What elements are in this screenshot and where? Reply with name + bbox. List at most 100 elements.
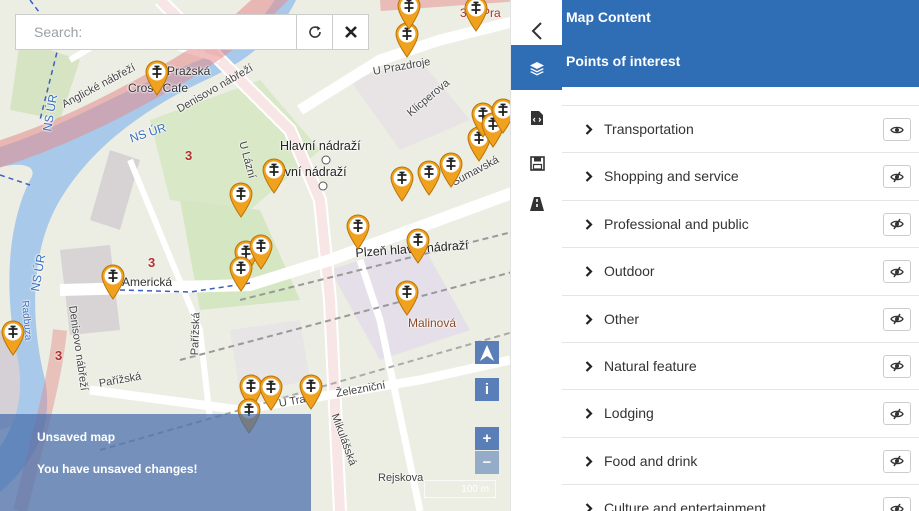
bus-stop-marker-icon bbox=[439, 152, 463, 188]
eye-slash-icon bbox=[890, 503, 904, 511]
bus-stop-marker-icon bbox=[397, 0, 421, 30]
category-row[interactable]: Natural feature bbox=[562, 341, 919, 390]
poi-marker[interactable] bbox=[490, 98, 510, 134]
category-label: Transportation bbox=[604, 121, 694, 137]
bus-stop-marker-icon bbox=[229, 182, 253, 218]
bus-stop-marker-icon bbox=[229, 256, 253, 292]
bus-stop-marker-icon bbox=[491, 98, 510, 134]
clear-search-button[interactable] bbox=[332, 14, 369, 50]
chevron-left-icon bbox=[531, 21, 542, 40]
chevron-right-icon bbox=[585, 390, 593, 437]
category-row[interactable]: Transportation bbox=[562, 105, 919, 152]
bus-stop-marker-icon bbox=[464, 0, 488, 32]
eye-slash-icon bbox=[890, 218, 904, 230]
toggle-visibility-button[interactable] bbox=[883, 165, 911, 189]
minus-icon: − bbox=[482, 454, 492, 471]
map-view[interactable]: Pražská Cross Cafe Anglické nábřeží Deni… bbox=[0, 0, 510, 511]
export-button[interactable] bbox=[511, 95, 563, 140]
eye-icon bbox=[890, 126, 904, 133]
category-label: Professional and public bbox=[604, 215, 749, 232]
poi-marker[interactable] bbox=[298, 374, 324, 410]
toggle-visibility-button[interactable] bbox=[883, 354, 911, 378]
route-planner-button[interactable] bbox=[511, 181, 563, 226]
map-label-parizska-vertical: Pařížská bbox=[189, 312, 203, 356]
eye-slash-icon bbox=[890, 408, 904, 420]
map-label-americka: Americká bbox=[122, 275, 173, 289]
save-map-button[interactable] bbox=[511, 141, 563, 186]
map-label-rejskova: Rejskova bbox=[378, 472, 424, 484]
poi-marker[interactable] bbox=[405, 228, 431, 264]
category-row[interactable]: Shopping and service bbox=[562, 152, 919, 199]
side-toolbar bbox=[510, 0, 563, 511]
map-label-hlavni-nadrazi-1: Hlavní nádraží bbox=[280, 139, 361, 153]
app: Pražská Cross Cafe Anglické nábřeží Deni… bbox=[0, 0, 919, 511]
zoom-in-button[interactable]: + bbox=[475, 427, 499, 450]
toggle-visibility-button[interactable] bbox=[883, 118, 911, 141]
eye-slash-icon bbox=[890, 266, 904, 278]
toggle-visibility-button[interactable] bbox=[883, 402, 911, 426]
search-box bbox=[15, 14, 296, 50]
poi-marker[interactable] bbox=[345, 214, 371, 250]
search-input[interactable] bbox=[16, 15, 296, 49]
bus-stop-marker-icon bbox=[346, 214, 370, 250]
bus-stop-marker-icon bbox=[406, 228, 430, 264]
north-arrow-button[interactable] bbox=[475, 341, 499, 364]
poi-marker[interactable] bbox=[389, 166, 415, 202]
category-row[interactable]: Food and drink bbox=[562, 436, 919, 485]
poi-marker[interactable] bbox=[463, 0, 489, 32]
category-row[interactable]: Other bbox=[562, 294, 919, 343]
plus-icon: + bbox=[482, 430, 492, 447]
category-row[interactable]: Culture and entertainment bbox=[562, 484, 919, 511]
map-label-route-3b: 3 bbox=[148, 255, 156, 270]
bus-stop-marker-icon bbox=[1, 320, 25, 356]
eye-slash-icon bbox=[890, 171, 904, 183]
toggle-visibility-button[interactable] bbox=[883, 497, 911, 511]
file-code-icon bbox=[531, 110, 543, 125]
map-content-button[interactable] bbox=[511, 45, 563, 90]
toggle-visibility-button[interactable] bbox=[883, 212, 911, 236]
category-row[interactable]: Professional and public bbox=[562, 199, 919, 248]
poi-marker[interactable] bbox=[261, 158, 287, 194]
chevron-right-icon bbox=[585, 438, 593, 485]
road-icon bbox=[530, 196, 544, 211]
poi-marker[interactable] bbox=[396, 0, 422, 30]
chevron-right-icon bbox=[585, 248, 593, 295]
info-button[interactable]: i bbox=[475, 378, 499, 401]
chevron-right-icon bbox=[585, 296, 593, 343]
category-row[interactable]: Lodging bbox=[562, 389, 919, 436]
unsaved-message: You have unsaved changes! bbox=[37, 462, 198, 476]
poi-marker[interactable] bbox=[394, 280, 420, 316]
panel-subtitle: Points of interest bbox=[566, 53, 681, 69]
poi-marker[interactable] bbox=[438, 152, 464, 188]
chevron-right-icon bbox=[585, 485, 593, 511]
zoom-out-button[interactable]: − bbox=[475, 451, 499, 474]
category-label: Culture and entertainment bbox=[604, 500, 766, 511]
toggle-visibility-button[interactable] bbox=[883, 307, 911, 331]
poi-marker[interactable] bbox=[144, 60, 170, 96]
toggle-visibility-button[interactable] bbox=[883, 449, 911, 473]
bus-stop-marker-icon bbox=[390, 166, 414, 202]
save-icon bbox=[529, 156, 545, 171]
map-label-prazska: Pražská bbox=[167, 64, 211, 78]
map-label-route-3c: 3 bbox=[55, 348, 63, 363]
chevron-right-icon bbox=[585, 343, 593, 390]
poi-marker[interactable] bbox=[228, 182, 254, 218]
category-label: Outdoor bbox=[604, 263, 655, 280]
toggle-visibility-button[interactable] bbox=[883, 260, 911, 284]
eye-slash-icon bbox=[890, 313, 904, 325]
poi-marker[interactable] bbox=[0, 320, 26, 356]
chevron-right-icon bbox=[585, 201, 593, 248]
category-label: Food and drink bbox=[604, 452, 698, 469]
bus-stop-marker-icon bbox=[145, 60, 169, 96]
bus-stop-marker-icon bbox=[262, 158, 286, 194]
poi-marker[interactable] bbox=[228, 256, 254, 292]
refresh-button[interactable] bbox=[296, 14, 333, 50]
eye-slash-icon bbox=[890, 361, 904, 372]
info-icon: i bbox=[484, 381, 490, 398]
layers-icon bbox=[530, 61, 544, 75]
category-row[interactable]: Outdoor bbox=[562, 247, 919, 294]
category-label: Other bbox=[604, 310, 640, 327]
poi-marker[interactable] bbox=[100, 264, 126, 300]
category-label: Shopping and service bbox=[604, 168, 739, 185]
eye-slash-icon bbox=[890, 455, 904, 467]
